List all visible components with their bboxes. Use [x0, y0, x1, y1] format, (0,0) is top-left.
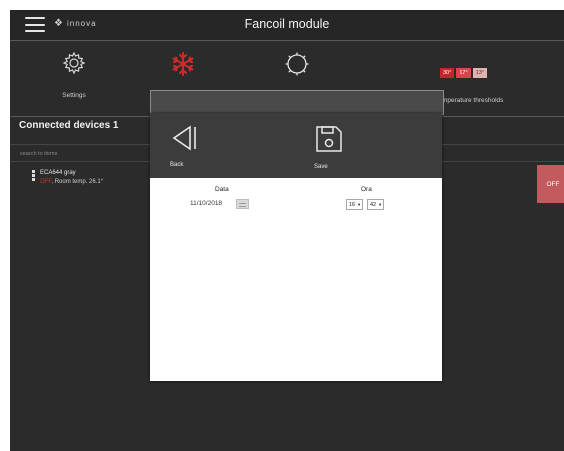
time-label: Ora: [361, 186, 372, 193]
minute-value: 42: [370, 201, 377, 208]
device-name: ECA644 gray: [40, 170, 76, 176]
settings-button[interactable]: Settings: [62, 51, 86, 99]
date-field[interactable]: 11/10/2018: [190, 200, 222, 207]
date-time-dialog: Back Save Data 11/10/2018 Ora 16 ▼ 42 ▼: [150, 113, 442, 381]
device-status: OFF, Room temp. 26.1°: [40, 179, 104, 185]
save-label: Save: [314, 164, 328, 170]
back-button[interactable]: Back: [170, 125, 200, 168]
app-screen: ❖ innova Fancoil module Settings 30° 17°…: [10, 10, 564, 451]
back-label: Back: [170, 162, 184, 168]
calendar-icon[interactable]: [236, 199, 249, 209]
fan-mode-button[interactable]: [284, 51, 310, 82]
device-state: OFF: [40, 179, 52, 185]
drag-handle-icon[interactable]: [32, 170, 35, 182]
dialog-body: Data 11/10/2018 Ora 16 ▼ 42 ▼: [150, 178, 442, 381]
chevron-down-icon: ▼: [357, 202, 362, 207]
device-temperature: Room temp. 26.1°: [54, 179, 104, 185]
fan-icon: [285, 52, 309, 76]
thresholds-label: mperature thresholds: [442, 97, 504, 104]
modal-header-strip: [150, 90, 444, 115]
hour-select[interactable]: 16 ▼: [346, 199, 363, 210]
threshold-mid: 17°: [456, 68, 471, 78]
dialog-actions: Back Save: [150, 113, 442, 178]
chevron-down-icon: ▼: [378, 202, 383, 207]
threshold-high: 30°: [440, 68, 455, 78]
off-button[interactable]: OFF: [537, 165, 564, 203]
search-input[interactable]: [18, 147, 162, 160]
gear-icon: [62, 51, 86, 75]
devices-title: Connected devices 1: [19, 120, 119, 131]
snowflake-icon: [172, 52, 194, 76]
settings-label: Settings: [62, 92, 86, 99]
back-icon: [172, 125, 196, 151]
header-bar: ❖ innova Fancoil module: [10, 10, 564, 41]
page-title: Fancoil module: [244, 17, 330, 31]
minute-select[interactable]: 42 ▼: [367, 199, 384, 210]
date-label: Data: [215, 186, 229, 193]
save-icon: [316, 126, 342, 152]
threshold-low: 13°: [472, 68, 487, 78]
temperature-thresholds[interactable]: 30° 17° 13°: [440, 68, 487, 78]
cooling-mode-button[interactable]: [170, 51, 196, 82]
hour-value: 16: [349, 201, 356, 208]
save-button[interactable]: Save: [314, 125, 344, 170]
